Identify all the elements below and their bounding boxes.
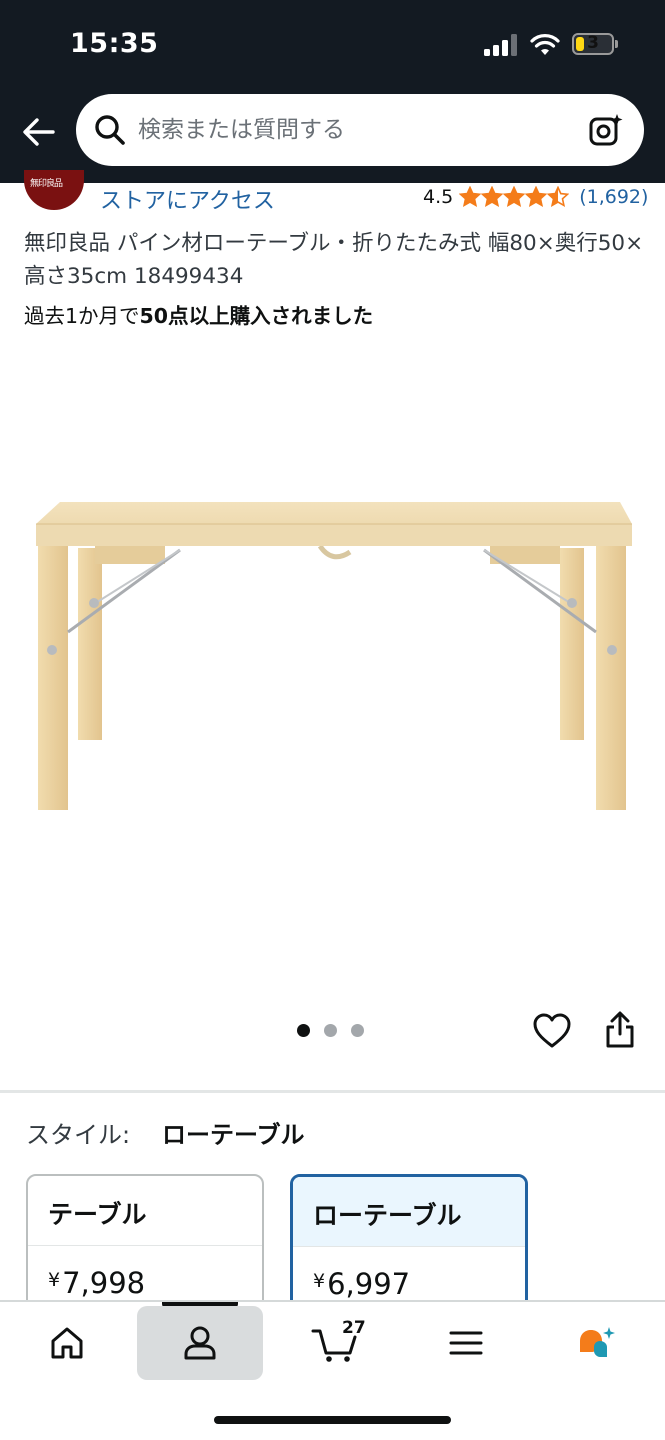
cart-count: 27 xyxy=(342,1318,366,1338)
style-value: ローテーブル xyxy=(162,1121,305,1149)
carousel-dot[interactable] xyxy=(351,1024,364,1037)
carousel-dots[interactable] xyxy=(297,1024,364,1037)
style-label: スタイル: xyxy=(26,1121,131,1149)
star-icon xyxy=(525,186,548,207)
currency-symbol: ¥ xyxy=(48,1269,61,1291)
wifi-icon xyxy=(530,34,560,55)
carousel-dot[interactable] xyxy=(324,1024,337,1037)
rating-score: 4.5 xyxy=(423,186,454,208)
heart-icon[interactable] xyxy=(532,1012,572,1050)
brand-logo[interactable]: 無印良品 xyxy=(24,170,84,210)
purchase-count: 50点以上購入されました xyxy=(139,304,374,328)
star-icon xyxy=(547,186,570,207)
price-value: 7,998 xyxy=(62,1266,146,1300)
nav-cart[interactable]: 27 xyxy=(270,1306,396,1380)
home-icon xyxy=(51,1327,83,1359)
purchase-prefix: 過去1か月で xyxy=(24,304,140,328)
signal-icon xyxy=(484,34,518,56)
star-icon xyxy=(503,186,526,207)
search-input[interactable] xyxy=(138,108,578,152)
visit-store-link[interactable]: ストアにアクセス xyxy=(100,183,275,215)
purchase-count-text: 過去1か月で50点以上購入されました xyxy=(24,299,373,329)
price-value: 6,997 xyxy=(327,1267,411,1301)
battery-cap xyxy=(615,40,618,48)
rating-count[interactable]: (1,692) xyxy=(579,186,648,208)
brand-logo-text: 無印良品 xyxy=(30,179,63,189)
camera-lens-icon[interactable] xyxy=(588,112,624,148)
search-icon xyxy=(95,115,125,145)
star-icon xyxy=(459,186,482,207)
battery-level: 3 xyxy=(587,33,599,53)
header-bar: 15:35 3 xyxy=(0,0,665,183)
style-option-name: ローテーブル xyxy=(293,1177,525,1247)
status-time: 15:35 xyxy=(70,28,159,59)
rating-summary[interactable]: 4.5 (1,692) xyxy=(423,186,648,208)
back-arrow-icon[interactable] xyxy=(20,113,58,151)
search-bar[interactable] xyxy=(76,94,644,166)
product-title: 無印良品 パイン材ローテーブル・折りたたみ式 幅80×奥行50×高さ35cm 1… xyxy=(24,231,644,289)
menu-icon xyxy=(449,1331,483,1355)
star-icon xyxy=(481,186,504,207)
style-option-name: テーブル xyxy=(28,1176,262,1246)
nav-home[interactable] xyxy=(4,1306,130,1380)
rating-stars xyxy=(459,186,570,208)
account-icon xyxy=(184,1326,216,1360)
currency-symbol: ¥ xyxy=(313,1270,326,1292)
share-icon[interactable] xyxy=(603,1010,637,1050)
nav-menu[interactable] xyxy=(403,1306,529,1380)
nav-rufus[interactable] xyxy=(535,1306,661,1380)
product-image[interactable] xyxy=(20,480,645,840)
nav-account[interactable] xyxy=(137,1306,263,1380)
section-divider xyxy=(0,1090,665,1093)
home-indicator xyxy=(214,1416,451,1424)
app-screen: 15:35 3 検索または質問する 無印良品 ストアにアクセス 4.5 (1,6… xyxy=(0,0,665,1440)
carousel-dot[interactable] xyxy=(297,1024,310,1037)
battery-icon: 3 xyxy=(572,33,614,55)
ai-assistant-icon xyxy=(580,1327,615,1357)
